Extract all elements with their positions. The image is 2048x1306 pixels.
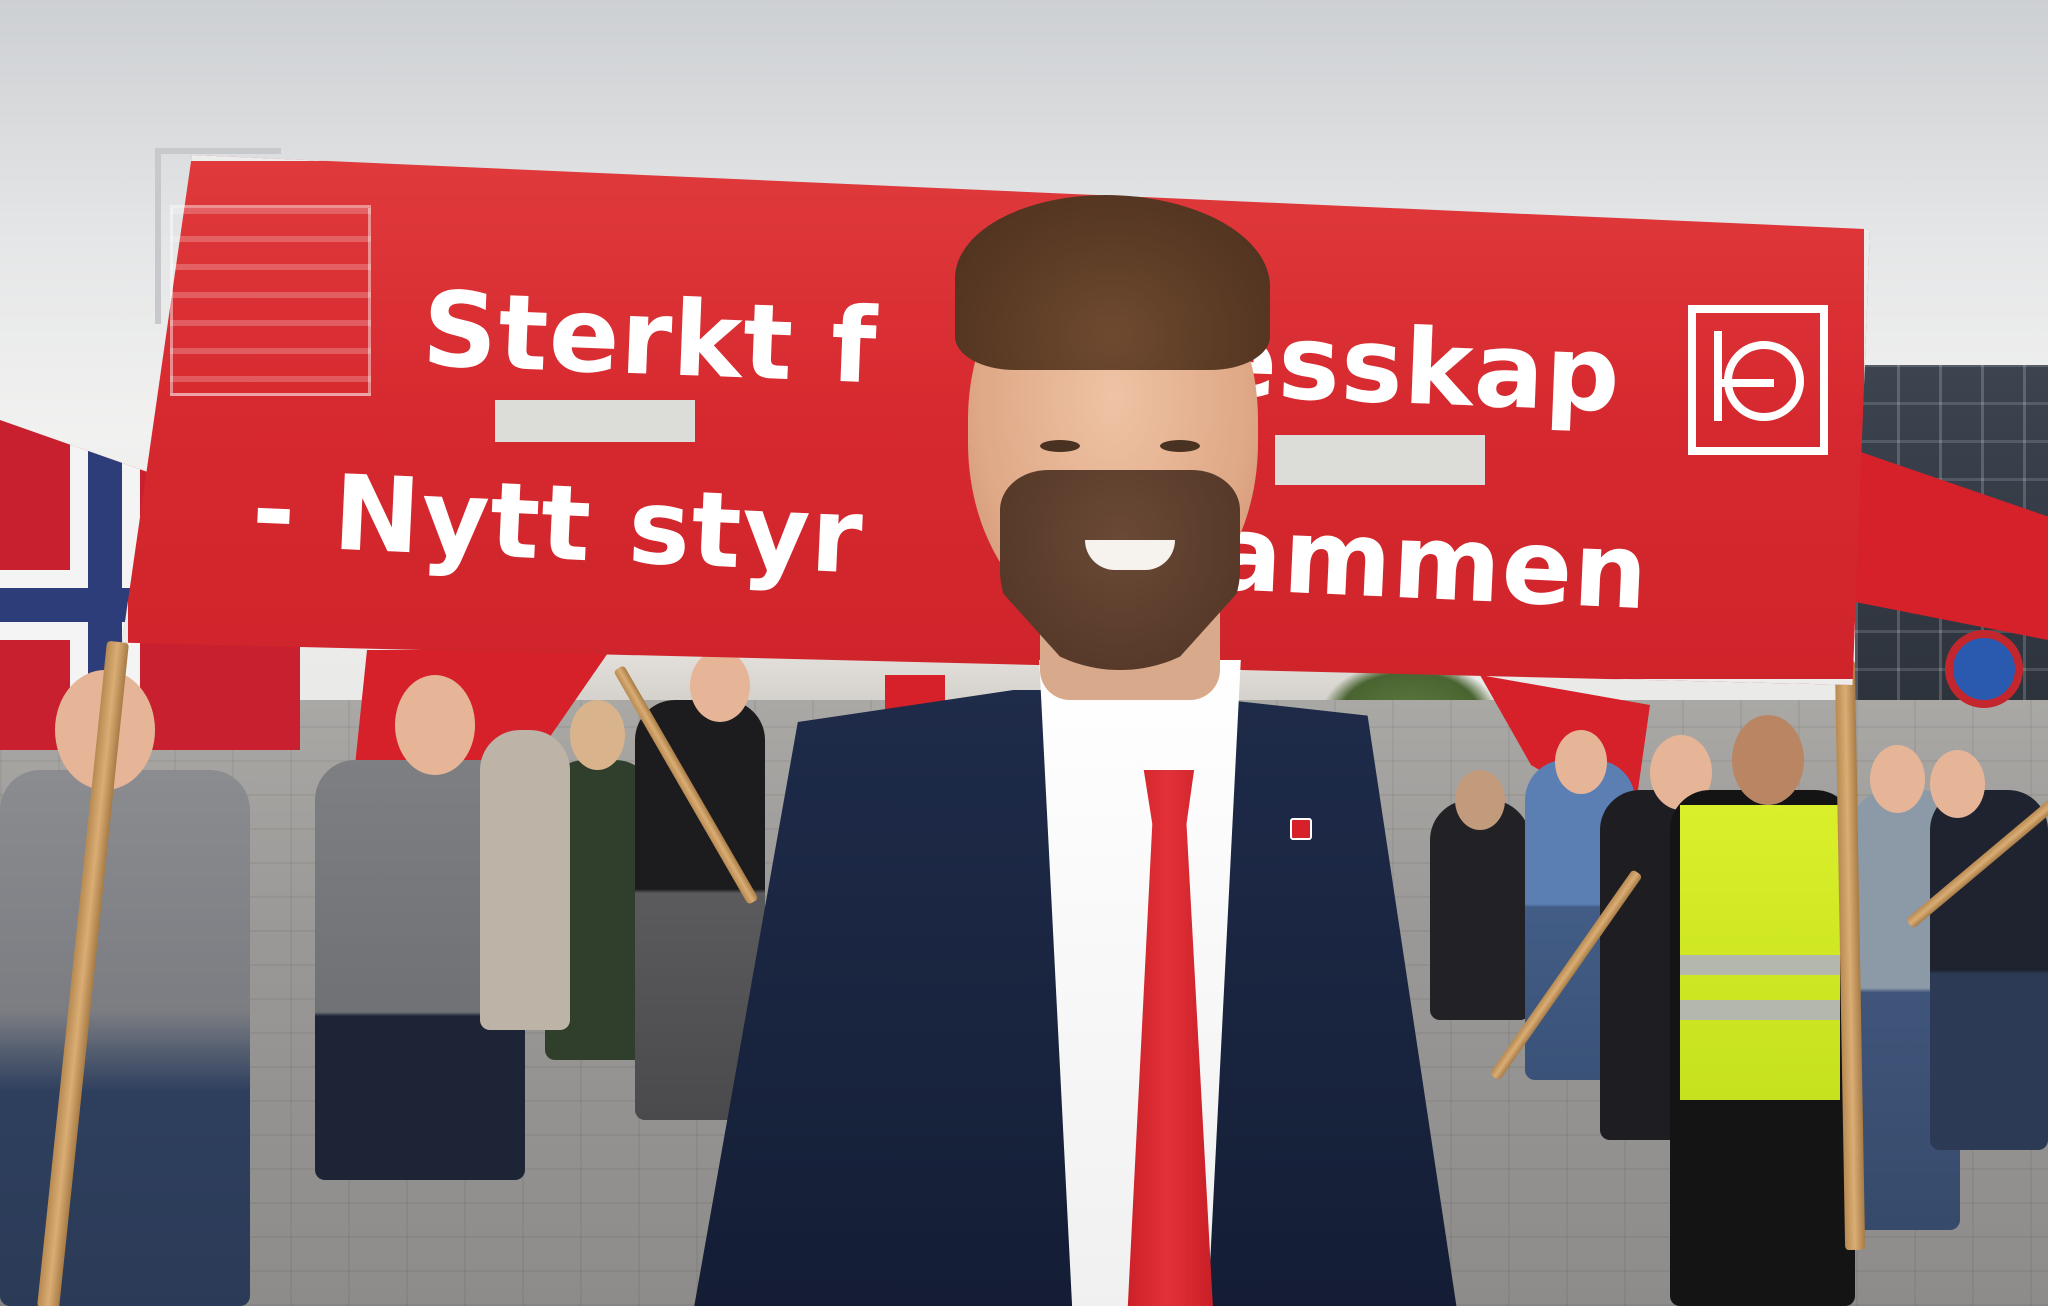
person-man-far-right-head <box>1930 750 1985 818</box>
person-man-checked-head <box>1555 730 1607 794</box>
person-man-far-right <box>1930 790 2048 1150</box>
person-boy-hoodie-head <box>395 675 475 775</box>
person-boy-left <box>0 770 250 1306</box>
person-crowd-mid <box>480 730 570 1030</box>
banner-hole-2 <box>1275 435 1485 485</box>
eye-left <box>1040 440 1080 452</box>
lapel-pin-icon <box>1290 818 1312 840</box>
lo-logo <box>1688 305 1828 455</box>
person-woman-black-head <box>1455 770 1505 830</box>
photo-scene: Sterkt f esskap - Nytt styr Drammen <box>0 0 2048 1306</box>
eye-right <box>1160 440 1200 452</box>
person-woman-right-head <box>1870 745 1925 813</box>
banner-hole-1 <box>495 400 695 442</box>
person-woman-black <box>1430 800 1530 1020</box>
person-man-elderly-head <box>690 650 750 722</box>
road-sign <box>1945 630 2023 708</box>
hi-vis-vest <box>1680 805 1840 1100</box>
person-woman-green-head <box>570 700 625 770</box>
banner-tape <box>170 205 371 396</box>
person-man-vest-head <box>1732 715 1804 805</box>
